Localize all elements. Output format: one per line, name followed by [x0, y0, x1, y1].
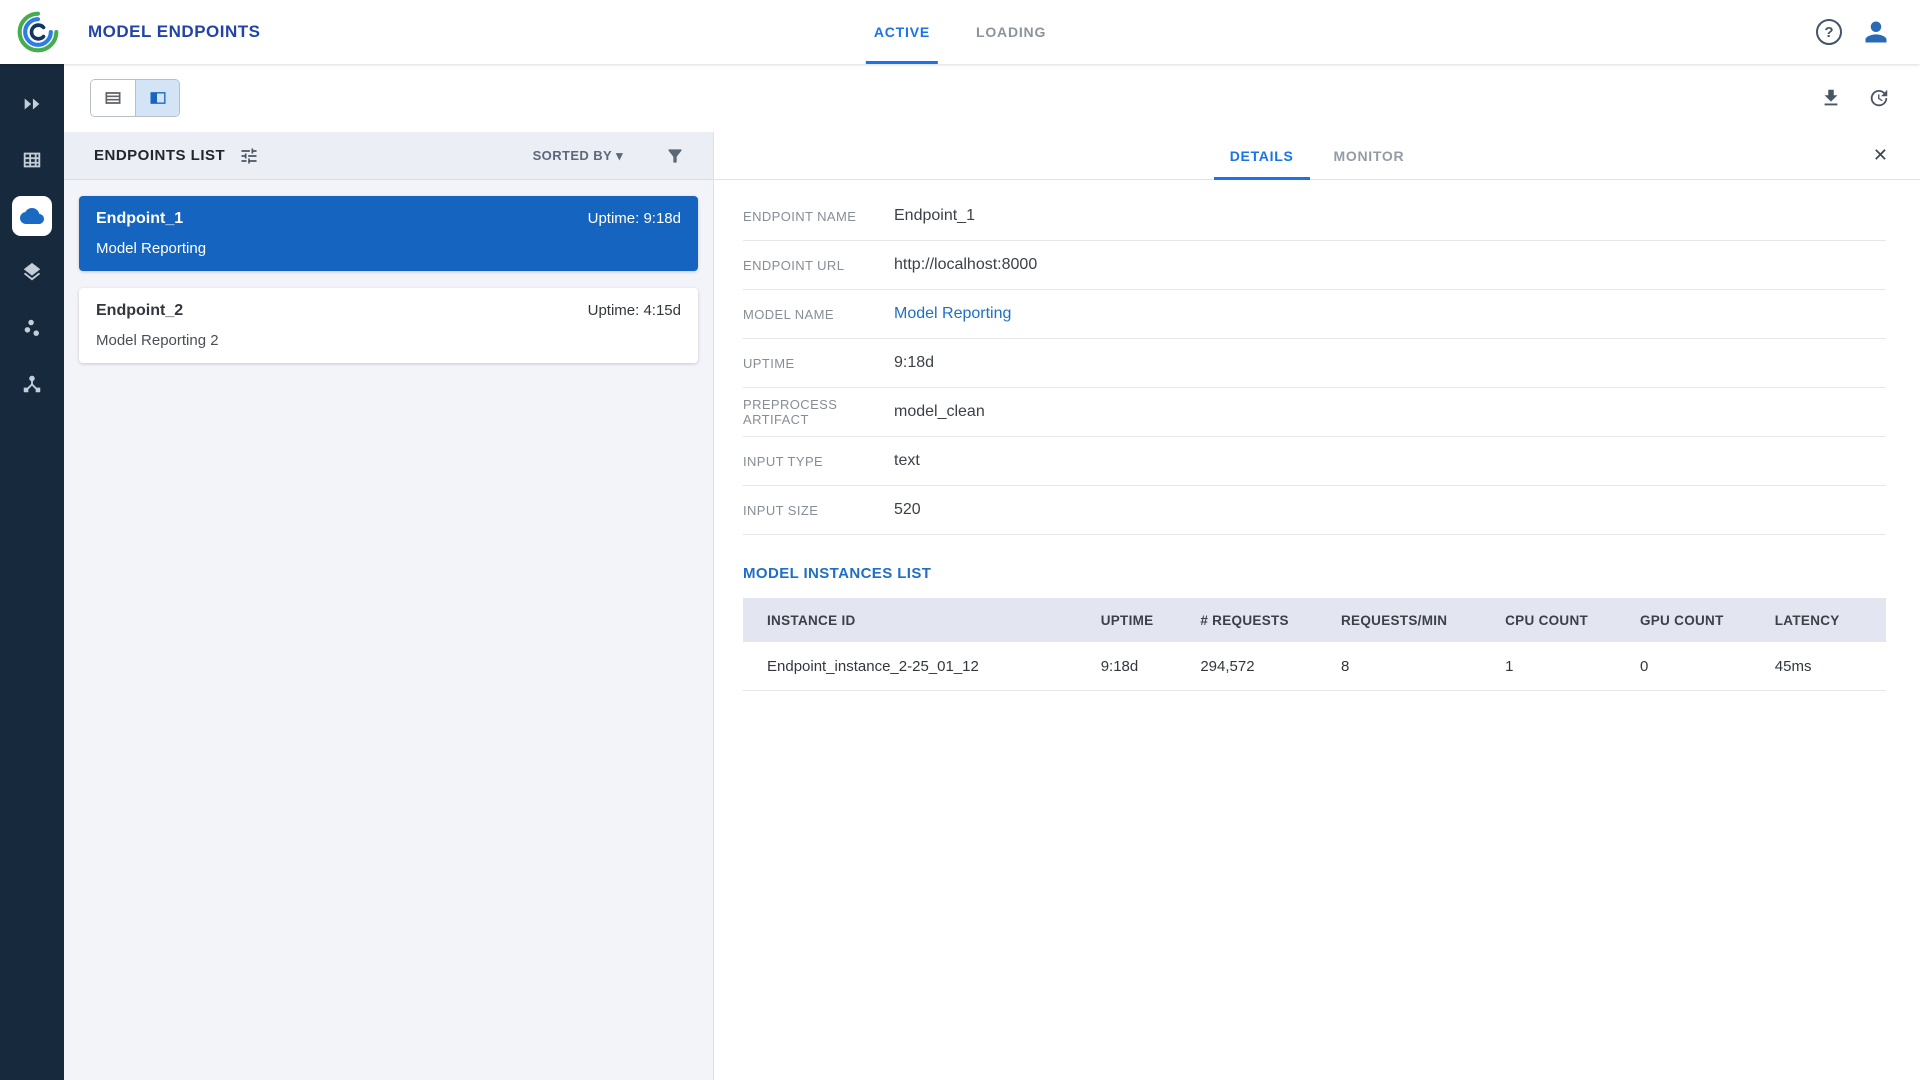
col-uptime: UPTIME	[1095, 613, 1195, 628]
tune-filter-icon[interactable]	[239, 146, 259, 166]
datasets-layers-icon	[12, 252, 52, 292]
sidebar-item-hyperdatasets[interactable]	[4, 300, 60, 356]
instances-table-header: INSTANCE ID UPTIME # REQUESTS REQUESTS/M…	[743, 598, 1886, 642]
instance-id-value: Endpoint_instance_2-25_01_12	[743, 658, 1095, 675]
chevron-down-icon: ▾	[616, 148, 623, 164]
detail-row-input-size: INPUT SIZE 520	[743, 486, 1886, 535]
tab-loading[interactable]: LOADING	[960, 0, 1062, 64]
instance-cpu-count-value: 1	[1499, 658, 1634, 675]
nav-sidebar	[0, 64, 64, 1080]
sidebar-item-model-endpoints[interactable]	[4, 188, 60, 244]
field-value: http://localhost:8000	[894, 256, 1037, 274]
toolbar-actions	[1820, 87, 1890, 109]
view-toolbar	[64, 64, 1920, 132]
model-instances-title: MODEL INSTANCES LIST	[743, 565, 1886, 582]
endpoint-state-tabs: ACTIVE LOADING	[858, 0, 1062, 64]
endpoint-model: Model Reporting	[96, 240, 681, 257]
model-endpoints-cloud-icon	[12, 196, 52, 236]
endpoint-name: Endpoint_2	[96, 302, 183, 320]
model-instances-table: INSTANCE ID UPTIME # REQUESTS REQUESTS/M…	[743, 598, 1886, 691]
field-value: text	[894, 452, 920, 470]
split-view-button[interactable]	[135, 80, 179, 116]
experiments-grid-icon	[12, 140, 52, 180]
endpoint-card[interactable]: Endpoint_2 Uptime: 4:15d Model Reporting…	[79, 288, 698, 363]
field-label: UPTIME	[743, 356, 894, 371]
logo-icon	[16, 10, 60, 54]
detail-row-model-name: MODEL NAME Model Reporting	[743, 290, 1886, 339]
help-icon[interactable]: ?	[1816, 19, 1842, 45]
instance-requests-value: 294,572	[1194, 658, 1335, 675]
user-avatar[interactable]	[1862, 18, 1890, 46]
field-label: INPUT TYPE	[743, 454, 894, 469]
endpoint-model: Model Reporting 2	[96, 332, 681, 349]
endpoints-list-header: ENDPOINTS LIST SORTED BY ▾	[64, 132, 713, 180]
detail-row-input-type: INPUT TYPE text	[743, 437, 1886, 486]
detail-row-uptime: UPTIME 9:18d	[743, 339, 1886, 388]
field-label: MODEL NAME	[743, 307, 894, 322]
instance-requests-min-value: 8	[1335, 658, 1499, 675]
detail-row-preprocess-artifact: PREPROCESS ARTIFACT model_clean	[743, 388, 1886, 437]
field-label: ENDPOINT NAME	[743, 209, 894, 224]
sorted-by-dropdown[interactable]: SORTED BY ▾	[533, 148, 623, 164]
close-icon[interactable]: ✕	[1873, 132, 1888, 179]
instance-table-row: Endpoint_instance_2-25_01_12 9:18d 294,5…	[743, 642, 1886, 691]
col-cpu-count: CPU COUNT	[1499, 613, 1634, 628]
view-toggle-group	[90, 79, 180, 117]
tab-monitor[interactable]: MONITOR	[1314, 132, 1425, 179]
sidebar-item-pipelines[interactable]	[4, 356, 60, 412]
detail-row-endpoint-name: ENDPOINT NAME Endpoint_1	[743, 192, 1886, 241]
sidebar-item-experiments[interactable]	[4, 132, 60, 188]
clearml-logo	[12, 10, 64, 54]
endpoint-name: Endpoint_1	[96, 210, 183, 228]
fast-forward-icon	[12, 84, 52, 124]
field-label: ENDPOINT URL	[743, 258, 894, 273]
details-tab-bar: DETAILS MONITOR ✕	[714, 132, 1920, 180]
topbar-actions: ?	[1816, 18, 1890, 46]
sidebar-item-datasets[interactable]	[4, 244, 60, 300]
endpoint-uptime: Uptime: 9:18d	[588, 210, 681, 227]
endpoints-list: Endpoint_1 Uptime: 9:18d Model Reporting…	[64, 180, 713, 379]
field-value: Endpoint_1	[894, 207, 975, 225]
field-label: INPUT SIZE	[743, 503, 894, 518]
endpoints-list-panel: ENDPOINTS LIST SORTED BY ▾	[64, 132, 714, 1080]
endpoint-card[interactable]: Endpoint_1 Uptime: 9:18d Model Reporting	[79, 196, 698, 271]
endpoints-list-title: ENDPOINTS LIST	[94, 147, 225, 164]
details-body: ENDPOINT NAME Endpoint_1 ENDPOINT URL ht…	[714, 180, 1920, 1080]
endpoint-details-panel: DETAILS MONITOR ✕ ENDPOINT NAME Endpoint…	[714, 132, 1920, 1080]
page-title: MODEL ENDPOINTS	[88, 22, 260, 42]
auto-refresh-icon[interactable]	[1868, 87, 1890, 109]
download-icon[interactable]	[1820, 87, 1842, 109]
filter-funnel-icon[interactable]	[665, 146, 685, 166]
field-value: 520	[894, 501, 921, 519]
endpoint-uptime: Uptime: 4:15d	[588, 302, 681, 319]
pipelines-icon	[12, 364, 52, 404]
detail-row-endpoint-url: ENDPOINT URL http://localhost:8000	[743, 241, 1886, 290]
tab-active[interactable]: ACTIVE	[858, 0, 946, 64]
col-latency: LATENCY	[1769, 613, 1886, 628]
col-instance-id: INSTANCE ID	[743, 613, 1095, 628]
top-bar: MODEL ENDPOINTS ACTIVE LOADING ?	[0, 0, 1920, 64]
hyperdatasets-icon	[12, 308, 52, 348]
table-view-icon	[103, 88, 123, 108]
col-gpu-count: GPU COUNT	[1634, 613, 1769, 628]
person-icon	[1862, 18, 1890, 46]
sidebar-item-expand[interactable]	[4, 76, 60, 132]
field-value: 9:18d	[894, 354, 934, 372]
field-label: PREPROCESS ARTIFACT	[743, 397, 894, 427]
field-value: model_clean	[894, 403, 985, 421]
table-view-button[interactable]	[91, 80, 135, 116]
instance-uptime-value: 9:18d	[1095, 658, 1195, 675]
split-view-icon	[148, 88, 168, 108]
col-requests-min: REQUESTS/MIN	[1335, 613, 1499, 628]
tab-details[interactable]: DETAILS	[1210, 132, 1314, 179]
instance-latency-value: 45ms	[1769, 658, 1886, 675]
instance-gpu-count-value: 0	[1634, 658, 1769, 675]
sorted-by-label: SORTED BY	[533, 148, 612, 163]
col-requests: # REQUESTS	[1194, 613, 1335, 628]
model-name-link[interactable]: Model Reporting	[894, 305, 1011, 323]
